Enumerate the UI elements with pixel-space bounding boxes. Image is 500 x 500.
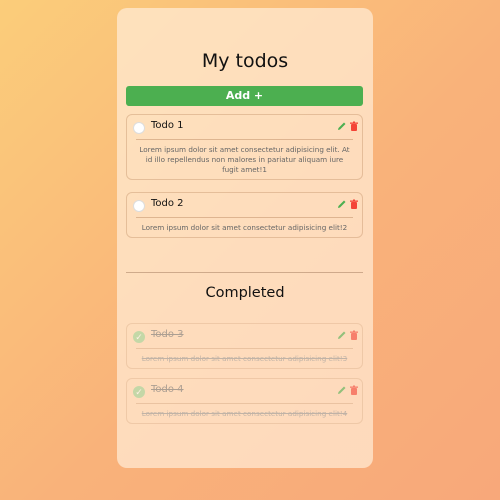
todo-description: Lorem ipsum dolor sit amet consectetur a… [139, 145, 350, 174]
todo-card: Todo 1 Lorem ipsum dolor sit amet consec… [126, 114, 363, 180]
add-todo-button[interactable]: Add + [126, 86, 363, 106]
pencil-icon[interactable] [337, 385, 347, 396]
todo-title: Todo 3 [151, 329, 184, 340]
completed-title: Completed [205, 285, 285, 301]
todo-title: Todo 1 [151, 120, 184, 131]
todo-panel: My todos Add + Todo 1 Lorem ipsum dolor … [117, 8, 373, 468]
todo-title: Todo 4 [151, 384, 184, 395]
page-title: My todos [201, 50, 289, 72]
trash-icon[interactable] [349, 385, 359, 396]
todo-title: Todo 2 [151, 198, 184, 209]
trash-icon[interactable] [349, 121, 359, 132]
todo-description: Lorem ipsum dolor sit amet consectetur a… [141, 409, 348, 418]
pencil-icon[interactable] [337, 121, 347, 132]
completed-todo-card: ✓ Todo 4 Lorem ipsum dolor sit amet cons… [126, 378, 363, 424]
trash-icon[interactable] [349, 330, 359, 341]
todo-header: ✓ Todo 3 [127, 324, 362, 348]
todo-card: Todo 2 Lorem ipsum dolor sit amet consec… [126, 192, 363, 238]
todo-header: ✓ Todo 4 [127, 379, 362, 403]
pencil-icon[interactable] [337, 330, 347, 341]
todo-header: Todo 1 [127, 115, 362, 139]
check-icon[interactable]: ✓ [133, 386, 145, 398]
todo-description: Lorem ipsum dolor sit amet consectetur a… [141, 354, 348, 363]
circle-checkbox-icon[interactable] [133, 122, 145, 134]
section-divider [126, 272, 363, 273]
todo-description: Lorem ipsum dolor sit amet consectetur a… [141, 223, 348, 232]
pencil-icon[interactable] [337, 199, 347, 210]
check-icon[interactable]: ✓ [133, 331, 145, 343]
circle-checkbox-icon[interactable] [133, 200, 145, 212]
completed-todo-card: ✓ Todo 3 Lorem ipsum dolor sit amet cons… [126, 323, 363, 369]
todo-header: Todo 2 [127, 193, 362, 217]
trash-icon[interactable] [349, 199, 359, 210]
